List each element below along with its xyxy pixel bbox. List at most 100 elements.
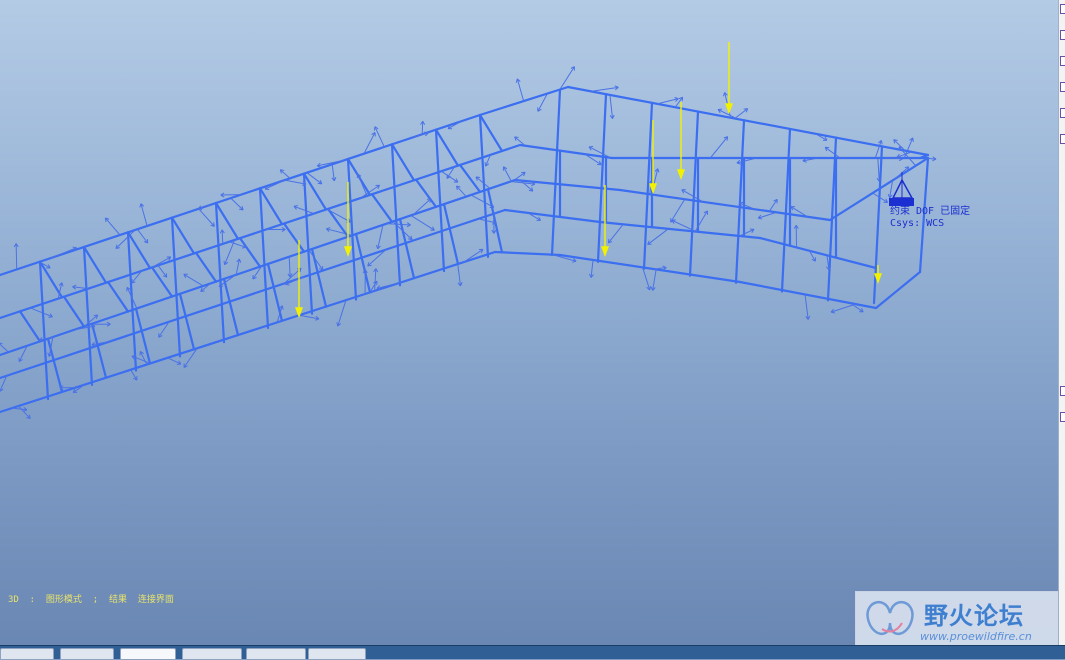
normal-arrowhead (224, 261, 225, 265)
diagonal-member (136, 309, 150, 364)
right-toolbar-strip (1058, 0, 1065, 645)
normal-arrow (231, 198, 243, 210)
watermark-logo-icon (860, 593, 920, 645)
vertical-member (172, 218, 180, 357)
diagonal-member (392, 144, 414, 180)
vertical-member (260, 188, 268, 328)
normal-arrow (199, 209, 215, 227)
vertical-member (690, 112, 698, 276)
chord-member (515, 180, 620, 190)
normal-arrowhead (337, 322, 338, 326)
normal-arrow (875, 140, 881, 158)
taskbar-tab[interactable] (246, 648, 306, 660)
normal-arrow (735, 109, 748, 119)
diagonal-member (48, 339, 62, 392)
normal-arrow (358, 174, 367, 196)
diagonal-member (108, 282, 128, 311)
chord-member (0, 210, 505, 378)
diagonal-member (196, 253, 216, 282)
load-arrowhead (726, 104, 732, 112)
chord-member (505, 210, 600, 222)
taskbar-tab[interactable] (0, 648, 54, 660)
normal-arrowhead (315, 319, 319, 320)
normal-arrowhead (739, 202, 743, 203)
vertical-member (782, 129, 790, 292)
normal-arrowhead (239, 259, 240, 263)
normal-arrowhead (651, 287, 652, 291)
normal-arrowhead (294, 206, 298, 207)
diagonal-member (240, 238, 260, 266)
diagonal-member (284, 224, 304, 252)
normal-arrow (280, 170, 290, 179)
normal-arrowhead (94, 315, 98, 316)
toolbar-button[interactable] (1060, 30, 1065, 40)
toolbar-button[interactable] (1060, 134, 1065, 144)
constraint-label: 约束 DOF 已固定 Csys: WCS (890, 206, 970, 230)
normal-arrow (184, 274, 203, 286)
load-arrowhead (602, 247, 608, 255)
taskbar-tab[interactable] (60, 648, 114, 660)
diagonal-member (328, 209, 348, 237)
normal-arrowhead (49, 317, 53, 318)
diagonal-member (40, 262, 62, 298)
normal-arrow (294, 206, 314, 213)
chord-member (560, 255, 740, 282)
constraint-dof-text: 约束 DOF 已固定 (890, 206, 970, 218)
load-arrowhead (678, 170, 684, 178)
normal-arrow (710, 137, 727, 158)
diagonal-member (84, 247, 106, 283)
constraint-icon (889, 172, 914, 206)
vertical-member (40, 262, 48, 399)
normal-arrow (289, 257, 290, 277)
normal-arrow (141, 204, 147, 226)
normal-arrow (0, 343, 8, 352)
taskbar (0, 645, 1065, 659)
vertical-member (436, 130, 444, 271)
diagonal-member (444, 204, 458, 264)
vertical-member (216, 203, 224, 342)
normal-arrowhead (73, 247, 77, 248)
toolbar-button[interactable] (1060, 412, 1065, 422)
normal-arrow (653, 269, 657, 290)
normal-arrowhead (723, 92, 724, 96)
normal-arrowhead (140, 204, 141, 208)
toolbar-button[interactable] (1060, 82, 1065, 92)
normal-arrowhead (62, 283, 63, 287)
view-status-text: 3D : 图形模式 ; 结果 连接界面 (8, 592, 174, 605)
diagonal-member (20, 311, 40, 341)
taskbar-tab[interactable] (182, 648, 242, 660)
diagonal-member (180, 294, 194, 349)
normal-arrowhead (376, 245, 377, 249)
3d-viewport[interactable]: 约束 DOF 已固定 Csys: WCS 3D : 图形模式 ; 结果 连接界面… (0, 0, 1058, 645)
vertical-member (392, 144, 400, 285)
normal-arrowhead (516, 79, 517, 83)
diagonal-member (400, 219, 414, 278)
normal-arrowhead (357, 174, 358, 178)
normal-arrow (769, 199, 777, 211)
normal-arrowhead (737, 163, 741, 164)
normal-arrowhead (905, 167, 909, 168)
normal-arrowhead (572, 261, 576, 262)
normal-arrow (648, 229, 669, 245)
normal-arrowhead (92, 345, 96, 346)
taskbar-tab[interactable] (308, 648, 366, 660)
normal-arrowhead (658, 169, 659, 173)
chord-member (495, 252, 560, 255)
toolbar-button[interactable] (1060, 108, 1065, 118)
normal-arrow (610, 95, 613, 119)
normal-arrow (375, 127, 384, 147)
normal-arrow (458, 264, 461, 286)
normal-arrowhead (242, 247, 246, 248)
truss-model[interactable] (0, 0, 1058, 645)
normal-arrowhead (899, 147, 900, 151)
diagonal-member (172, 218, 194, 254)
normal-arrow (222, 230, 223, 244)
normal-arrow (904, 138, 913, 158)
toolbar-button[interactable] (1060, 386, 1065, 396)
truss-frame (0, 87, 928, 412)
taskbar-tab-active[interactable] (120, 648, 176, 660)
toolbar-button[interactable] (1060, 56, 1065, 66)
normal-arrow (422, 121, 423, 134)
toolbar-button[interactable] (1060, 4, 1065, 14)
vertical-member (84, 247, 92, 385)
